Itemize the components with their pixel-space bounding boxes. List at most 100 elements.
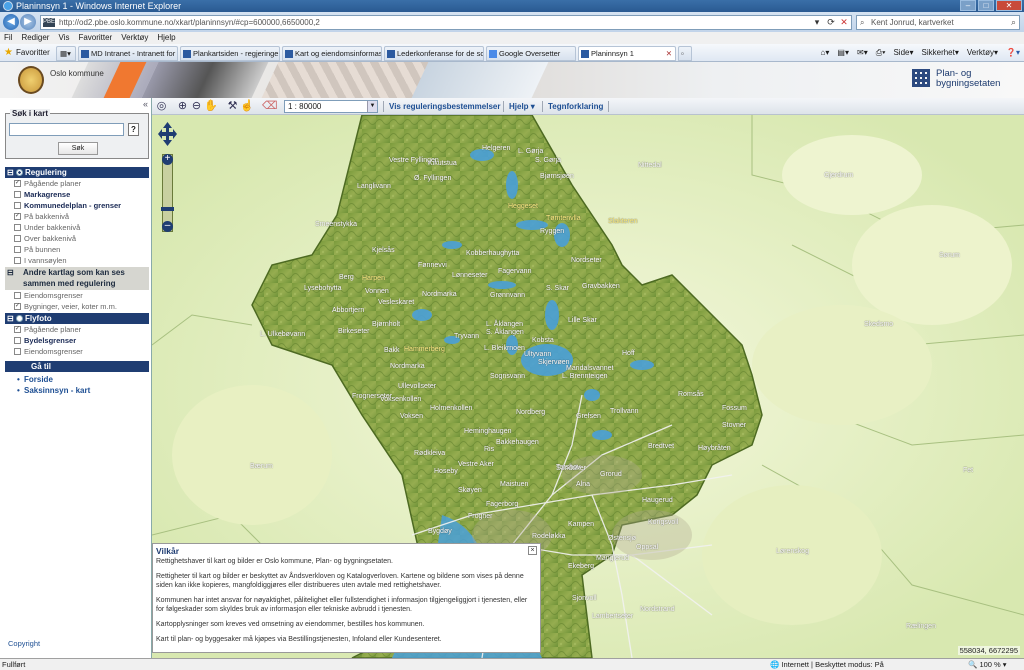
checkbox[interactable] <box>14 337 21 344</box>
security-zone[interactable]: 🌐 Internett | Beskyttet modus: På <box>770 659 884 670</box>
section-flyfoto[interactable]: ⊟ Flyfoto <box>5 313 149 324</box>
layer-pa-bunnen[interactable]: På bunnen <box>14 244 60 255</box>
checkbox[interactable] <box>14 224 21 231</box>
copyright-link[interactable]: Copyright <box>8 639 40 648</box>
layer-i-vannsoylen[interactable]: I vannsøylen <box>14 255 67 266</box>
collapse-icon[interactable]: ⊟ <box>7 313 14 324</box>
layer-bygninger[interactable]: ✓ Bygninger, veier, koter m.m. <box>14 301 117 312</box>
refresh-icon[interactable]: ⟳ <box>825 17 837 28</box>
checkbox[interactable]: ✓ <box>14 303 21 310</box>
search-button[interactable]: Søk <box>58 142 98 155</box>
pan-control[interactable] <box>158 122 177 146</box>
command-page[interactable]: Side▾ <box>893 47 913 59</box>
zoom-minus-icon[interactable]: – <box>162 221 173 232</box>
back-button[interactable]: ◀ <box>3 14 19 30</box>
oslo-kommune-logo[interactable] <box>18 66 44 94</box>
layer-bydelsgrenser[interactable]: Bydelsgrenser <box>14 335 76 346</box>
checkbox[interactable] <box>14 202 21 209</box>
collapse-icon[interactable]: ⊟ <box>7 167 14 178</box>
layer-eiendomsgrenser[interactable]: Eiendomsgrenser <box>14 290 83 301</box>
close-icon[interactable]: × <box>528 546 537 555</box>
new-tab-button[interactable]: ▫ <box>678 46 692 61</box>
menu-tools[interactable]: Verktøy <box>121 32 148 44</box>
link-hjelp[interactable]: Hjelp ▾ <box>509 100 535 113</box>
collapse-sidebar-icon[interactable]: « <box>143 99 148 109</box>
forward-button[interactable]: ▶ <box>20 14 36 30</box>
maximize-button[interactable]: □ <box>978 0 994 11</box>
tab-planinnsyn[interactable]: Planinnsyn 1 ✕ <box>578 46 676 61</box>
zoom-slider[interactable]: + – <box>161 154 174 232</box>
checkbox[interactable] <box>14 246 21 253</box>
zoom-plus-icon[interactable]: + <box>162 154 173 165</box>
link-forside[interactable]: • Forside <box>17 374 53 385</box>
section-regulering[interactable]: ⊟ Regulering <box>5 167 149 178</box>
flyfoto-radio[interactable] <box>16 315 23 322</box>
collapse-icon[interactable]: ⊟ <box>7 267 14 278</box>
checkbox[interactable]: ✓ <box>14 213 21 220</box>
menu-favorites[interactable]: Favoritter <box>78 32 112 44</box>
checkbox[interactable] <box>14 292 21 299</box>
menu-edit[interactable]: Rediger <box>21 32 49 44</box>
layer-over-bakkeniva[interactable]: Over bakkenivå <box>14 233 76 244</box>
eraser-icon[interactable]: ⌫ <box>262 100 278 113</box>
layer-flyfoto-pagaende-planer[interactable]: ✓ Pågående planer <box>14 324 81 335</box>
measure-icon[interactable]: ⚒ <box>226 100 239 113</box>
layer-markagrense[interactable]: Markagrense <box>14 189 70 200</box>
close-tab-icon[interactable]: ✕ <box>666 47 672 60</box>
section-andre-kartlag[interactable]: ⊟ Andre kartlag som kan ses sammen med r… <box>5 267 149 290</box>
command-safety[interactable]: Sikkerhet▾ <box>922 47 959 59</box>
checkbox[interactable]: ✓ <box>14 180 21 187</box>
address-dropdown-icon[interactable]: ▾ <box>811 17 823 28</box>
checkbox[interactable] <box>14 257 21 264</box>
checkbox[interactable] <box>14 235 21 242</box>
favorites-button[interactable]: ★ Favoritter <box>4 47 50 59</box>
search-icon[interactable]: ⌕ <box>1011 16 1016 29</box>
address-bar[interactable]: PBE http://od2.pbe.oslo.kommune.no/xkart… <box>40 15 852 30</box>
zoom-out-icon[interactable]: ⊖ <box>190 100 203 113</box>
tab-md-intranet[interactable]: MD Intranet - Intranett for ... <box>78 46 178 61</box>
menu-help[interactable]: Hjelp <box>157 32 175 44</box>
map-label: Bjørnsjøen <box>540 173 574 180</box>
scale-select[interactable]: 1 : 80000 ▼ <box>284 100 378 113</box>
mail-icon[interactable]: ✉▾ <box>857 47 868 59</box>
tab-label: Google Oversetter <box>499 49 561 58</box>
layer-under-bakkeniva[interactable]: Under bakkenivå <box>14 222 80 233</box>
stop-icon[interactable]: ✕ <box>838 17 850 28</box>
close-window-button[interactable]: ✕ <box>996 0 1022 11</box>
help-icon[interactable]: ❓▾ <box>1006 47 1020 59</box>
minimize-button[interactable]: – <box>960 0 976 11</box>
layer-pa-bakkeniva[interactable]: ✓ På bakkenivå <box>14 211 69 222</box>
menu-file[interactable]: Fil <box>4 32 12 44</box>
tab-lederkonferanse[interactable]: Lederkonferanse for de so... <box>384 46 484 61</box>
layer-flyfoto-eiendomsgrenser[interactable]: Eiendomsgrenser <box>14 346 83 357</box>
feeds-icon[interactable]: ▤▾ <box>837 47 849 59</box>
link-tegnforklaring[interactable]: Tegnforklaring <box>548 100 603 113</box>
quick-tabs-button[interactable]: ▦▾ <box>56 46 76 61</box>
pan-arrows-icon[interactable] <box>158 122 177 146</box>
command-tools[interactable]: Verktøy▾ <box>967 47 998 59</box>
tab-google-translate[interactable]: Google Oversetter <box>486 46 576 61</box>
link-saksinnsyn-kart[interactable]: • Saksinnsyn - kart <box>17 385 90 396</box>
layer-pagaende-planer[interactable]: ✓ Pågående planer <box>14 178 81 189</box>
layer-kommunedelplan[interactable]: Kommunedelplan - grenser <box>14 200 121 211</box>
regulering-radio[interactable] <box>16 169 23 176</box>
link-reguleringsbestemmelser[interactable]: Vis reguleringsbestemmelser <box>389 100 500 113</box>
map-search-input[interactable] <box>9 123 124 136</box>
pointer-icon[interactable]: ☝ <box>240 100 254 113</box>
checkbox[interactable]: ✓ <box>14 326 21 333</box>
print-icon[interactable]: ⎙▾ <box>876 47 886 59</box>
zoom-in-icon[interactable]: ⊕ <box>176 100 189 113</box>
home-icon[interactable]: ⌂▾ <box>821 47 830 59</box>
tab-plankartsiden[interactable]: Plankartsiden - regjeringe... <box>180 46 280 61</box>
pan-hand-icon[interactable]: ✋ <box>204 100 218 113</box>
map-label: Tømtenvlla <box>546 215 581 222</box>
menu-view[interactable]: Vis <box>58 32 69 44</box>
help-button[interactable]: ? <box>128 123 139 136</box>
zoom-level[interactable]: 🔍 100 % ▾ <box>968 659 1007 670</box>
zoom-slider-handle[interactable] <box>161 207 174 211</box>
checkbox[interactable] <box>14 348 21 355</box>
tab-kart-eiendom[interactable]: Kart og eiendomsinformas... <box>282 46 382 61</box>
browser-search-box[interactable]: ⌕ Kent Jonrud, kartverket ⌕ <box>856 15 1020 30</box>
overview-icon[interactable]: ◎ <box>155 100 168 113</box>
checkbox[interactable] <box>14 191 21 198</box>
